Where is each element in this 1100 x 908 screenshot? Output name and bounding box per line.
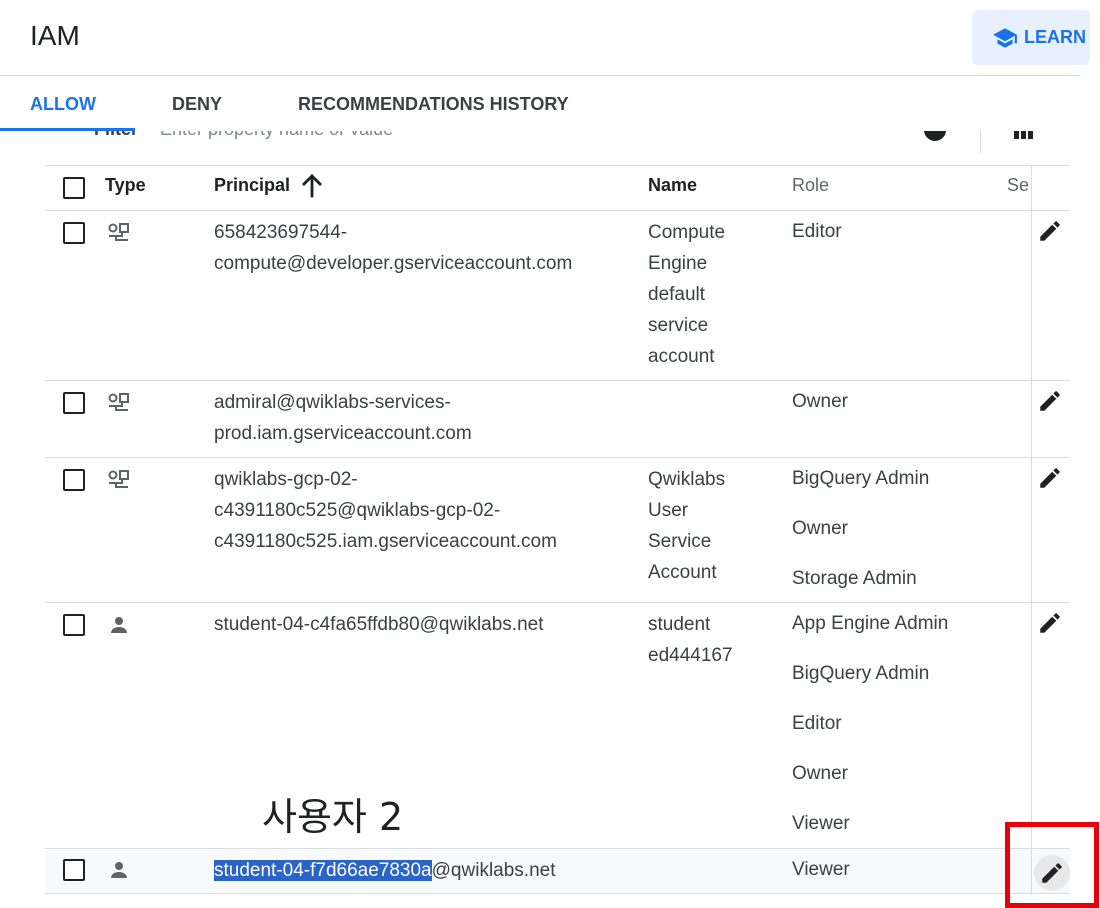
learn-button[interactable]: LEARN [972,10,1090,65]
row-divider [45,893,1070,894]
pencil-icon [1040,391,1060,411]
row-checkbox[interactable] [63,859,85,881]
edit-principal-button[interactable] [1037,465,1063,491]
tab-allow[interactable]: ALLOW [30,77,96,131]
role-label: App Engine Admin [792,613,949,634]
role-label: Owner [792,763,848,784]
name-cell: student ed444167 [648,609,778,671]
pencil-icon [1040,221,1060,241]
row-divider [45,602,1070,603]
principal-line: c4391180c525@qwiklabs-gcp-02- [214,500,501,521]
role-label: BigQuery Admin [792,663,930,684]
arrow-up-icon[interactable] [301,173,323,199]
filter-divider [980,131,981,153]
sticky-column-divider [1031,165,1032,895]
principal-cell: 658423697544- compute@developer.gservice… [214,217,634,279]
name-line: student [648,614,711,635]
column-header-principal[interactable]: Principal [214,175,290,196]
principal-line: 658423697544- [214,222,348,243]
name-line: Compute [648,222,726,243]
name-cell: Qwiklabs User Service Account [648,464,778,588]
name-line: Account [648,562,717,583]
principal-domain: @qwiklabs.net [431,860,556,881]
edit-principal-button[interactable] [1037,218,1063,244]
table-top-border [45,165,1070,166]
pencil-icon [1040,468,1060,488]
role-label: Editor [792,713,842,734]
learn-button-label: LEARN [1024,27,1086,47]
tab-deny[interactable]: DENY [172,77,222,131]
annotation-label: 사용자 2 [262,795,404,839]
page-header: IAM LEARN [0,0,1090,76]
annotation-highlight-box [1005,822,1099,908]
service-account-icon [108,393,129,411]
role-label: Viewer [792,859,850,880]
row-divider [45,380,1070,381]
principal-cell: student-04-c4fa65ffdb80@qwiklabs.net [214,609,634,640]
role-label: Owner [792,518,848,539]
role-label: Storage Admin [792,568,917,589]
page-title: IAM [30,20,80,51]
name-line: Engine [648,253,708,274]
filter-icon [58,131,74,143]
iam-table: Type Principal Name Role Se 658423697544… [45,165,1070,905]
role-label: Owner [792,391,848,412]
column-display-icon[interactable] [1012,131,1036,147]
principal-cell: student-04-f7d66ae7830a@qwiklabs.net [214,855,634,886]
pencil-icon [1040,613,1060,633]
row-divider [45,457,1070,458]
role-label: Editor [792,221,842,242]
name-line: ed444167 [648,645,733,666]
name-line: Qwiklabs [648,469,726,490]
person-icon [111,862,127,878]
filter-bar: Filter Enter property name or value [0,131,1080,165]
row-checkbox[interactable] [63,469,85,491]
principal-line: compute@developer.gserviceaccount.com [214,253,573,274]
role-label: Viewer [792,813,850,834]
name-line: Service [648,531,712,552]
column-header-name[interactable]: Name [648,175,697,196]
name-line: default [648,284,706,305]
role-label: BigQuery Admin [792,468,930,489]
principal-cell: qwiklabs-gcp-02- c4391180c525@qwiklabs-g… [214,464,634,557]
principal-cell: admiral@qwiklabs-services- prod.iam.gser… [214,387,634,449]
row-checkbox[interactable] [63,392,85,414]
principal-line: student-04-c4fa65ffdb80@qwiklabs.net [214,614,544,635]
help-icon[interactable] [922,131,948,143]
row-checkbox[interactable] [63,614,85,636]
column-header-security[interactable]: Se [1007,175,1031,196]
tab-recommendations-history[interactable]: RECOMMENDATIONS HISTORY [298,77,569,131]
column-header-type[interactable]: Type [105,175,146,196]
column-header-role[interactable]: Role [792,175,829,196]
service-account-icon [108,470,129,488]
service-account-icon [108,223,129,241]
edit-principal-button[interactable] [1037,388,1063,414]
school-icon [993,27,1017,48]
principal-line: c4391180c525.iam.gserviceaccount.com [214,531,557,552]
name-line: service [648,315,709,336]
person-icon [111,617,127,633]
principal-line: admiral@qwiklabs-services- [214,392,451,413]
filter-label: Filter [94,131,138,140]
filter-input[interactable]: Enter property name or value [160,131,393,140]
row-checkbox[interactable] [63,222,85,244]
header-divider [45,210,1070,211]
tab-bar: ALLOW DENY RECOMMENDATIONS HISTORY [0,77,1080,131]
name-line: User [648,500,689,521]
select-all-checkbox[interactable] [63,177,85,199]
name-line: account [648,346,715,367]
edit-principal-button[interactable] [1037,610,1063,636]
row-divider [45,848,1070,849]
name-cell: Compute Engine default service account [648,217,778,372]
principal-line: prod.iam.gserviceaccount.com [214,423,472,444]
principal-line: qwiklabs-gcp-02- [214,469,358,490]
selected-text: student-04-f7d66ae7830a [214,860,432,881]
